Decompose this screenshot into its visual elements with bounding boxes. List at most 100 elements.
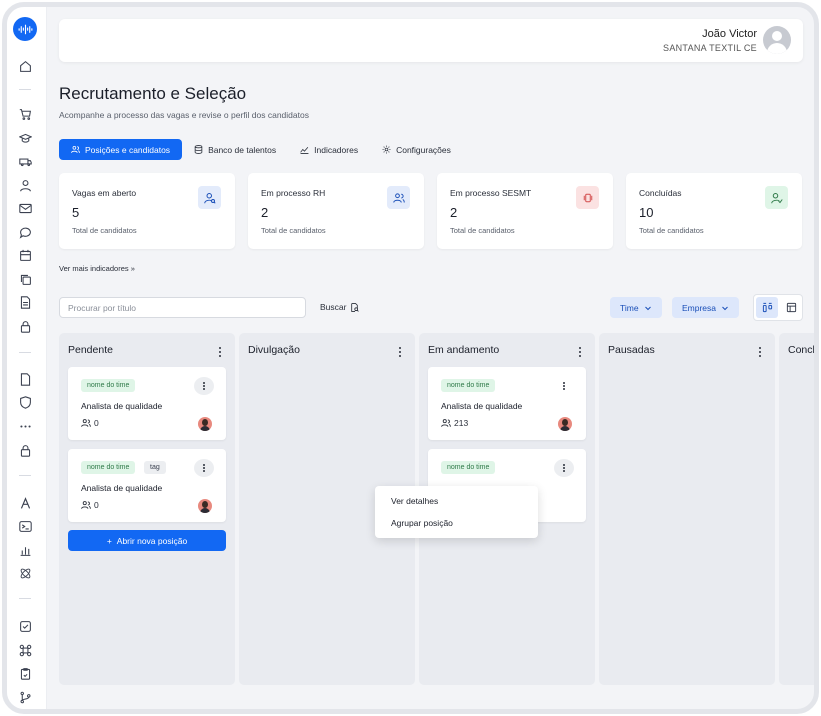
lock-icon[interactable] bbox=[18, 443, 32, 457]
atom-icon[interactable] bbox=[18, 566, 32, 580]
app-logo[interactable] bbox=[13, 17, 37, 41]
double-chevron-right-icon: » bbox=[130, 264, 135, 273]
stat-sublabel: Total de candidatos bbox=[639, 226, 704, 235]
position-card[interactable]: nome do time Analista de qualidade 213 bbox=[428, 367, 586, 440]
git-branch-icon[interactable] bbox=[18, 690, 32, 704]
checkbox-icon[interactable] bbox=[18, 619, 32, 633]
stat-label: Concluídas bbox=[639, 188, 682, 198]
tab-label: Banco de talentos bbox=[208, 144, 277, 155]
terminal-icon[interactable] bbox=[18, 519, 32, 533]
tag-badge: tag bbox=[144, 461, 166, 474]
column-menu-icon[interactable] bbox=[755, 346, 765, 358]
add-position-label: Abrir nova posição bbox=[116, 535, 188, 546]
candidate-count-value: 213 bbox=[454, 418, 469, 428]
shield-icon[interactable] bbox=[18, 395, 32, 409]
tab-indicators[interactable]: Indicadores bbox=[288, 139, 370, 160]
truck-icon[interactable] bbox=[18, 154, 32, 168]
tab-label: Indicadores bbox=[314, 144, 359, 155]
card-menu-icon[interactable] bbox=[554, 459, 574, 477]
user-company: SANTANA TEXTIL CE bbox=[663, 43, 757, 53]
table-view-icon[interactable] bbox=[780, 297, 802, 318]
text-icon[interactable] bbox=[18, 496, 32, 510]
team-badge: nome do time bbox=[81, 461, 136, 474]
stat-value: 5 bbox=[72, 205, 80, 220]
sidebar bbox=[7, 7, 47, 709]
column-menu-icon[interactable] bbox=[395, 346, 405, 358]
position-card[interactable]: nome do time tag Analista de qualidade 0 bbox=[68, 449, 226, 522]
file-icon[interactable] bbox=[18, 372, 32, 386]
stat-card-rh[interactable]: Em processo RH 2 Total de candidatos bbox=[248, 173, 424, 249]
stat-label: Vagas em aberto bbox=[72, 188, 137, 198]
tab-positions[interactable]: Posições e candidatos bbox=[59, 139, 183, 160]
card-context-menu: Ver detalhes Agrupar posição bbox=[375, 486, 538, 538]
column-menu-icon[interactable] bbox=[575, 346, 585, 358]
card-menu-icon[interactable] bbox=[194, 459, 214, 477]
search-button-label: Buscar bbox=[320, 302, 347, 312]
tab-settings[interactable]: Configurações bbox=[370, 139, 463, 160]
position-card[interactable]: nome do time Analista de qualidade 0 bbox=[68, 367, 226, 440]
candidate-count-value: 0 bbox=[94, 418, 99, 428]
company-filter[interactable]: Empresa bbox=[672, 297, 740, 318]
search-file-icon bbox=[351, 302, 360, 312]
stat-card-done[interactable]: Concluídas 10 Total de candidatos bbox=[626, 173, 802, 249]
calendar-icon[interactable] bbox=[18, 248, 32, 262]
user-search-icon bbox=[198, 186, 221, 209]
card-menu-icon[interactable] bbox=[194, 377, 214, 395]
mail-icon[interactable] bbox=[18, 201, 32, 215]
users-icon bbox=[81, 501, 91, 509]
copy-icon[interactable] bbox=[18, 272, 32, 286]
column-title: Pausadas bbox=[608, 344, 655, 356]
bar-chart-icon[interactable] bbox=[18, 543, 32, 557]
column-pending: Pendente nome do time Analista de qualid… bbox=[59, 333, 235, 685]
menu-item-view-details[interactable]: Ver detalhes bbox=[391, 496, 438, 506]
lock-icon[interactable] bbox=[18, 319, 32, 333]
stat-sublabel: Total de candidatos bbox=[450, 226, 515, 235]
team-filter-label: Time bbox=[620, 302, 639, 313]
card-title: Analista de qualidade bbox=[81, 401, 163, 411]
stat-label: Em processo SESMT bbox=[450, 188, 532, 198]
users-icon bbox=[71, 146, 80, 153]
search-input[interactable]: Procurar por título bbox=[59, 297, 306, 318]
stat-sublabel: Total de candidatos bbox=[261, 226, 326, 235]
stat-label: Em processo RH bbox=[261, 188, 326, 198]
search-button[interactable]: Buscar bbox=[320, 302, 360, 312]
cards-icon bbox=[576, 186, 599, 209]
document-icon[interactable] bbox=[18, 295, 32, 309]
clipboard-icon[interactable] bbox=[18, 666, 32, 680]
column-menu-icon[interactable] bbox=[215, 346, 225, 358]
page-title: Recrutamento e Seleção bbox=[59, 84, 247, 103]
team-badge: nome do time bbox=[81, 379, 136, 392]
add-position-button[interactable]: + Abrir nova posição bbox=[68, 530, 226, 551]
kanban-view-icon[interactable] bbox=[756, 297, 778, 318]
more-icon[interactable] bbox=[18, 419, 32, 433]
users-icon bbox=[441, 419, 451, 427]
home-icon[interactable] bbox=[18, 59, 32, 73]
top-bar: João Victor SANTANA TEXTIL CE bbox=[59, 19, 803, 62]
trend-icon bbox=[300, 146, 309, 154]
user-icon[interactable] bbox=[18, 178, 32, 192]
main-content: João Victor SANTANA TEXTIL CE Recrutamen… bbox=[47, 7, 814, 709]
menu-item-group-position[interactable]: Agrupar posição bbox=[391, 518, 453, 528]
company-filter-label: Empresa bbox=[682, 302, 717, 313]
tab-talent-bank[interactable]: Banco de talentos bbox=[182, 139, 288, 160]
command-icon[interactable] bbox=[18, 643, 32, 657]
more-indicators-label: Ver mais indicadores bbox=[59, 264, 129, 273]
stat-value: 10 bbox=[639, 205, 654, 220]
stat-card-sesmt[interactable]: Em processo SESMT 2 Total de candidatos bbox=[437, 173, 613, 249]
cart-icon[interactable] bbox=[18, 107, 32, 121]
stat-card-open[interactable]: Vagas em aberto 5 Total de candidatos bbox=[59, 173, 235, 249]
graduation-icon[interactable] bbox=[18, 131, 32, 145]
column-title: Em andamento bbox=[428, 344, 500, 356]
user-avatar[interactable] bbox=[763, 26, 791, 54]
sidebar-divider bbox=[19, 89, 31, 90]
column-title: Concl bbox=[788, 344, 815, 356]
more-indicators-link[interactable]: Ver mais indicadores » bbox=[59, 264, 135, 273]
candidate-count: 213 bbox=[441, 418, 468, 428]
stat-value: 2 bbox=[450, 205, 458, 220]
candidate-count-value: 0 bbox=[94, 500, 99, 510]
card-menu-icon[interactable] bbox=[554, 377, 574, 395]
team-filter[interactable]: Time bbox=[610, 297, 662, 318]
chat-icon[interactable] bbox=[18, 225, 32, 239]
users-icon bbox=[81, 419, 91, 427]
plus-icon: + bbox=[106, 535, 112, 546]
